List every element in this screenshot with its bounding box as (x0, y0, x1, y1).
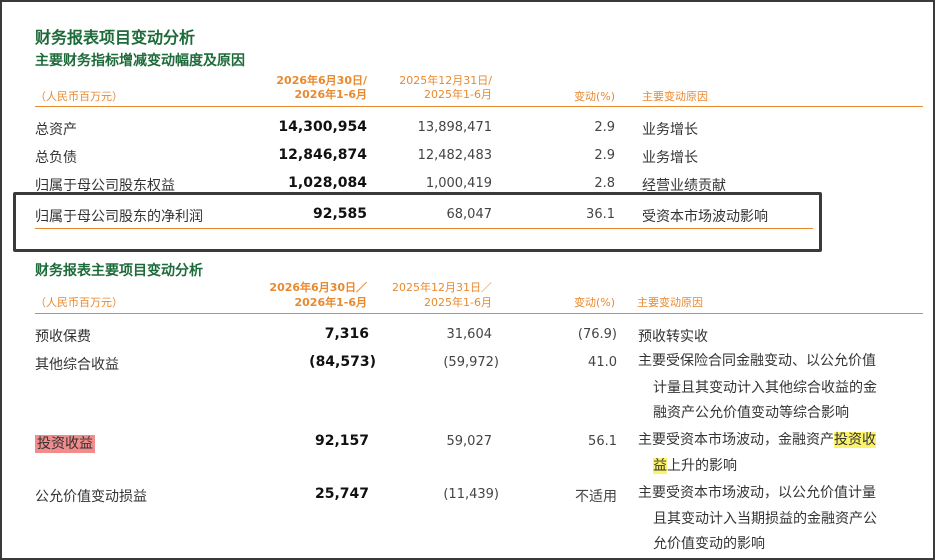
table-row-label: 预收保费 (35, 329, 91, 345)
table-row-change: 不适用 (575, 489, 617, 505)
table-row-reason: 预收转实收 (638, 329, 708, 345)
table-row-prior: 12,482,483 (417, 148, 492, 163)
focus-highlight-box (13, 192, 822, 252)
table-row-current: 92,157 (314, 433, 369, 449)
table-row-change: 2.9 (594, 148, 615, 163)
table-row-current: 12,846,874 (278, 147, 367, 163)
table-row-change: 56.1 (588, 434, 617, 449)
table-row-change: (76.9) (577, 327, 617, 342)
section2-header-current-1: 2026年6月30日／ (269, 281, 367, 294)
section2-header-rule (35, 313, 923, 314)
table-row-reason-cont: 融资产公允价值变动等综合影响 (653, 405, 849, 421)
table-row-prior: (59,972) (443, 355, 499, 370)
section1-header-prior-1: 2025年12月31日/ (399, 74, 492, 87)
table-row-current: (84,573) (309, 354, 376, 370)
table-row-reason: 业务增长 (642, 122, 698, 138)
table-row-label: 其他综合收益 (35, 357, 119, 373)
section2-header-change: 变动(%) (573, 296, 615, 309)
section1-heading: 主要财务指标增减变动幅度及原因 (35, 53, 245, 69)
section2-heading: 财务报表主要项目变动分析 (35, 263, 203, 279)
section1-unit-label: （人民币百万元） (35, 90, 123, 103)
highlighted-keyword: 益 (653, 458, 667, 474)
table-row-change: 2.8 (594, 176, 615, 191)
section2-header-reason: 主要变动原因 (637, 296, 703, 309)
table-row-prior: 31,604 (446, 327, 493, 342)
table-row-reason: 主要受资本市场波动，以公允价值计量 (638, 485, 876, 501)
table-row-partial: 归属于母公司股东权益 1,028,084 1,000,419 2.8 经营业绩贡… (2, 172, 933, 191)
section1-header-rule (35, 106, 923, 107)
table-row-change: 2.9 (594, 120, 615, 135)
table-row-prior: 13,898,471 (417, 120, 492, 135)
table-row-label: 投资收益 (35, 433, 95, 453)
table-row-label: 归属于母公司股东权益 (35, 178, 175, 191)
table-row-label: 总资产 (35, 122, 77, 138)
section1-header-current-1: 2026年6月30日/ (276, 74, 367, 87)
table-row-change: 41.0 (588, 355, 617, 370)
highlighted-keyword: 投资收 (834, 432, 876, 448)
highlighted-keyword: 投资收益 (35, 435, 95, 453)
table-row-prior: 1,000,419 (425, 176, 492, 191)
table-row-label: 总负债 (35, 150, 77, 166)
table-row-current: 1,028,084 (288, 175, 367, 191)
table-row-reason: 经营业绩贡献 (642, 178, 726, 191)
table-row-reason-cont: 且其变动计入当期损益的金融资产公 (653, 511, 877, 527)
table-row-reason: 业务增长 (642, 150, 698, 166)
table-row-prior: 59,027 (446, 434, 493, 449)
table-row-reason-cont: 计量且其变动计入其他综合收益的金 (653, 380, 877, 396)
table-row-current: 25,747 (314, 486, 369, 502)
table-row-reason: 主要受资本市场波动，金融资产投资收 (638, 427, 876, 454)
report-page: 财务报表项目变动分析 主要财务指标增减变动幅度及原因 （人民币百万元） 2026… (0, 0, 935, 560)
page-title: 财务报表项目变动分析 (35, 28, 196, 47)
section2-header-prior-2: 2025年1-6月 (424, 296, 492, 309)
section2-header-current-2: 2026年1-6月 (294, 296, 368, 309)
reason-text: 主要受资本市场波动，金融资产 (638, 432, 834, 448)
table-row-current: 7,316 (324, 326, 369, 342)
reason-text: 上升的影响 (667, 458, 737, 474)
table-row-label: 公允价值变动损益 (35, 489, 147, 505)
section1-header-prior-2: 2025年1-6月 (424, 88, 492, 101)
table-row-reason-cont: 益上升的影响 (653, 453, 737, 480)
table-row-reason: 主要受保险合同金融变动、以公允价值 (638, 353, 876, 369)
section1-header-change: 变动(%) (573, 90, 615, 103)
table-row-prior: (11,439) (443, 487, 499, 502)
table-row-reason-cont: 允价值变动的影响 (653, 536, 765, 552)
section1-header-current-2: 2026年1-6月 (294, 88, 368, 101)
section2-unit-label: （人民币百万元） (35, 296, 123, 309)
table-row-current: 14,300,954 (278, 119, 367, 135)
section2-header-prior-1: 2025年12月31日／ (392, 281, 492, 294)
section1-header-reason: 主要变动原因 (642, 90, 708, 103)
